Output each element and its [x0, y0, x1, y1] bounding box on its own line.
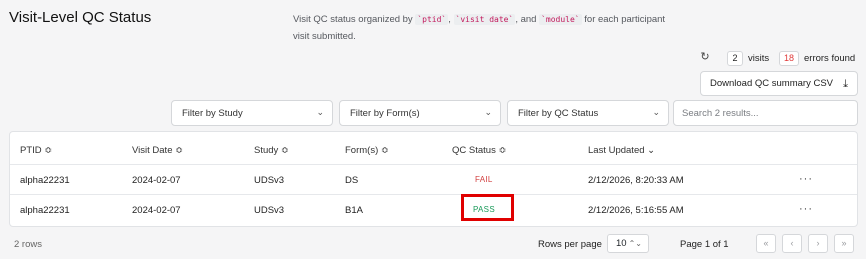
table-row[interactable]: alpha22231 2024-02-07 UDSv3 B1A PASS 2/1…	[10, 195, 857, 225]
filter-study-select[interactable]: Filter by Study ⌄	[171, 100, 333, 126]
page-title: Visit-Level QC Status	[9, 9, 152, 26]
chevron-updown-icon: ⌃⌄	[628, 239, 642, 248]
page-description: Visit QC status organized by `ptid`, `vi…	[293, 14, 666, 42]
search-input[interactable]	[673, 100, 858, 126]
and-text: , and	[515, 14, 537, 25]
rows-per-page-value: 10	[616, 238, 627, 249]
download-icon: ⤓	[843, 78, 848, 90]
visits-label: visits	[748, 53, 770, 64]
highlight-box	[461, 194, 514, 221]
header-study[interactable]: Study ≎	[254, 145, 289, 156]
chevron-down-icon: ⌄	[316, 107, 324, 117]
table-row[interactable]: alpha22231 2024-02-07 UDSv3 DS FAIL 2/12…	[10, 165, 857, 195]
cell-ptid: alpha22231	[20, 175, 70, 186]
last-page-button[interactable]: »	[834, 234, 854, 253]
code-ptid: `ptid`	[415, 14, 449, 25]
cell-last-updated: 2/12/2026, 8:20:33 AM	[588, 175, 684, 186]
visits-count-badge: 2	[727, 51, 743, 66]
qc-status-table: PTID ≎ Visit Date ≎ Study ≎ Form(s) ≎ QC…	[9, 131, 858, 227]
filter-qc-status-label: Filter by QC Status	[518, 107, 599, 119]
download-csv-label: Download QC summary CSV	[710, 78, 834, 89]
refresh-icon[interactable]: ↻	[699, 51, 711, 63]
status-badge: FAIL	[475, 175, 493, 184]
rows-count: 2 rows	[14, 239, 42, 250]
chevron-down-icon: ⌄	[484, 107, 492, 117]
cell-last-updated: 2/12/2026, 5:16:55 AM	[588, 205, 684, 216]
header-qc-status[interactable]: QC Status ≎	[452, 145, 506, 156]
cell-forms: DS	[345, 175, 359, 186]
cell-visit-date: 2024-02-07	[132, 175, 181, 186]
first-page-button[interactable]: «	[756, 234, 776, 253]
cell-study: UDSv3	[254, 175, 285, 186]
rows-per-page-label: Rows per page	[538, 239, 602, 250]
filter-forms-label: Filter by Form(s)	[350, 107, 420, 119]
header-last-updated[interactable]: Last Updated ⌄	[588, 145, 655, 156]
next-page-button[interactable]: ›	[808, 234, 828, 253]
cell-ptid: alpha22231	[20, 205, 70, 216]
code-module: `module`	[539, 14, 582, 25]
code-visit-date: `visit date`	[453, 14, 516, 25]
header-forms[interactable]: Form(s) ≎	[345, 145, 389, 156]
chevron-down-icon: ⌄	[652, 107, 660, 117]
cell-forms: B1A	[345, 205, 363, 216]
download-csv-button[interactable]: Download QC summary CSV ⤓	[700, 71, 858, 96]
more-icon[interactable]: ···	[799, 203, 813, 215]
filter-study-label: Filter by Study	[182, 107, 243, 119]
errors-label: errors found	[804, 53, 856, 64]
description-prefix: Visit QC status organized by	[293, 14, 413, 25]
prev-page-button[interactable]: ‹	[782, 234, 802, 253]
cell-visit-date: 2024-02-07	[132, 205, 181, 216]
header-ptid[interactable]: PTID ≎	[20, 145, 52, 156]
page-info: Page 1 of 1	[680, 239, 729, 250]
rows-per-page-select[interactable]: 10 ⌃⌄	[607, 234, 649, 253]
cell-study: UDSv3	[254, 205, 285, 216]
errors-count-badge: 18	[779, 51, 799, 66]
more-icon[interactable]: ···	[799, 173, 813, 185]
filter-forms-select[interactable]: Filter by Form(s) ⌄	[339, 100, 501, 126]
header-visit-date[interactable]: Visit Date ≎	[132, 145, 183, 156]
filter-qc-status-select[interactable]: Filter by QC Status ⌄	[507, 100, 669, 126]
